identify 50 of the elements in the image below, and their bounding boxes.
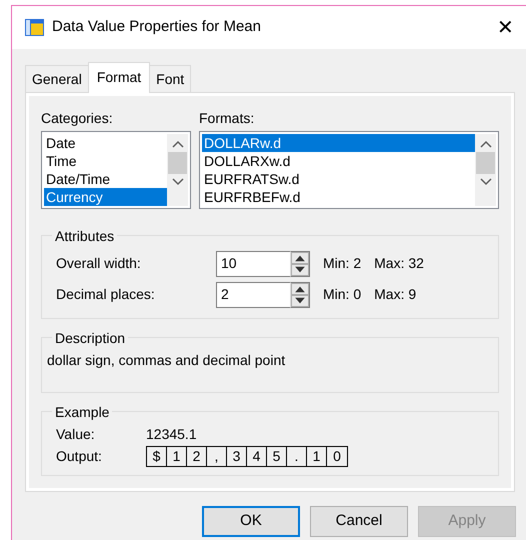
list-item[interactable]: EURFRATSw.d <box>202 170 475 188</box>
tab[interactable]: Font <box>149 65 192 92</box>
formats-label: Formats: <box>199 109 256 128</box>
dialog-button[interactable]: Cancel <box>310 506 408 537</box>
tab[interactable]: Format <box>88 62 150 93</box>
scrollbar[interactable] <box>167 134 188 206</box>
field-label: Decimal places: <box>56 285 156 304</box>
formats-list[interactable]: DOLLARw.d DOLLARXw.d EURFRATSw.d EURFRBEFw.d <box>199 131 499 209</box>
scrollbar[interactable] <box>475 134 496 206</box>
output-label: Output: <box>56 447 103 466</box>
dialog-button[interactable]: OK <box>202 506 300 537</box>
list-item[interactable]: EURFRBEFw.d <box>202 188 475 206</box>
output-char: 5 <box>267 447 287 466</box>
list-item[interactable]: Time <box>44 152 167 170</box>
output-char: , <box>207 447 227 466</box>
value-label: Value: <box>56 425 96 444</box>
spin-buttons[interactable] <box>290 282 310 308</box>
tab[interactable]: General <box>25 65 89 92</box>
scroll-down-icon[interactable] <box>480 178 492 186</box>
output-char: 1 <box>167 447 187 466</box>
window-title: Data Value Properties for Mean <box>52 17 262 38</box>
categories-list[interactable]: Date Time Date/Time Currency <box>41 131 191 209</box>
output-char: $ <box>147 447 167 466</box>
field-label: Overall width: <box>56 254 142 273</box>
list-item[interactable]: DOLLARXw.d <box>202 152 475 170</box>
output-char: 2 <box>187 447 207 466</box>
list-item[interactable]: Currency <box>44 188 167 206</box>
app-icon <box>25 19 44 36</box>
scroll-up-icon[interactable] <box>480 140 492 148</box>
number-field[interactable]: 10 <box>216 250 290 276</box>
output-char: 1 <box>307 447 327 466</box>
list-item[interactable]: Date <box>44 134 167 152</box>
min-text: Min: 2 <box>323 254 362 273</box>
list-item[interactable]: Date/Time <box>44 170 167 188</box>
max-text: Max: 32 <box>374 254 424 273</box>
max-text: Max: 9 <box>374 285 416 304</box>
spin-buttons[interactable] <box>290 250 310 276</box>
scroll-down-icon[interactable] <box>172 178 184 186</box>
close-button[interactable]: ✕ <box>493 18 518 38</box>
list-item[interactable]: DOLLARw.d <box>202 134 475 152</box>
min-text: Min: 0 <box>323 285 362 304</box>
output-char: . <box>287 447 307 466</box>
output-char: 3 <box>227 447 247 466</box>
output-char: 4 <box>247 447 267 466</box>
description-text: dollar sign, commas and decimal point <box>47 352 286 368</box>
scroll-up-icon[interactable] <box>172 140 184 148</box>
categories-label: Categories: <box>41 109 114 128</box>
value-text: 12345.1 <box>146 425 197 444</box>
output-char: 0 <box>332 447 342 466</box>
number-field[interactable]: 2 <box>216 282 290 308</box>
